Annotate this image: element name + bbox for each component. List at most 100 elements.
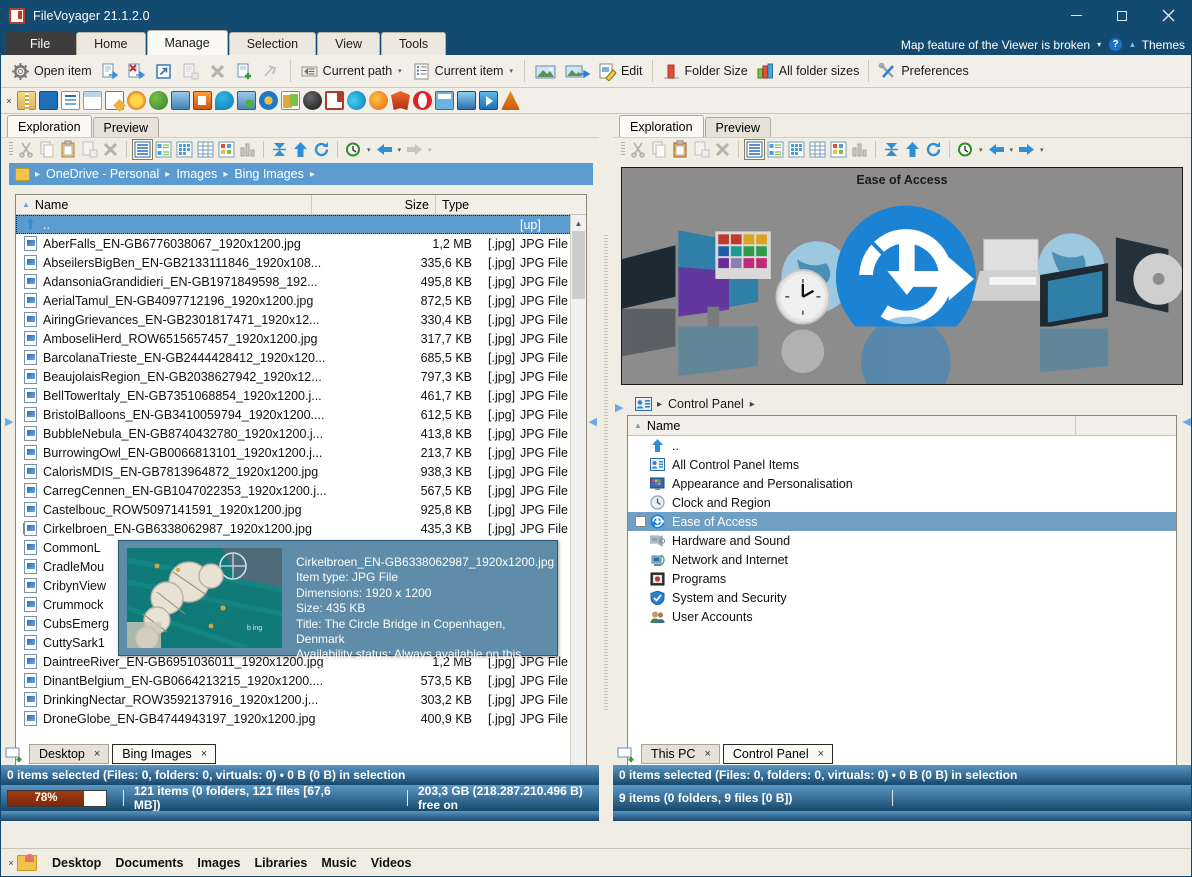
table-row[interactable]: BurrowingOwl_EN-GB0066813101_1920x1200.j…: [16, 443, 586, 462]
new-file-button[interactable]: [231, 58, 258, 85]
row-checkbox[interactable]: [635, 516, 646, 527]
media-player-icon[interactable]: [479, 91, 498, 110]
ribbon-tab-view[interactable]: View: [317, 32, 380, 55]
open-item-button[interactable]: Open item: [7, 58, 96, 85]
delete-icon[interactable]: [101, 140, 120, 159]
favorite-videos[interactable]: Videos: [364, 856, 419, 870]
view-list-icon[interactable]: [744, 139, 765, 160]
table-row[interactable]: CarregCennen_EN-GB1047022353_1920x1200.j…: [16, 481, 586, 500]
firefox-browser-icon[interactable]: [369, 91, 388, 110]
image-viewer-icon[interactable]: [457, 91, 476, 110]
table-row[interactable]: DrinkingNectar_ROW3592137916_1920x1200.j…: [16, 690, 586, 709]
close-button[interactable]: [1145, 1, 1191, 30]
table-row[interactable]: ..: [628, 436, 1176, 455]
help-icon[interactable]: ?: [1108, 37, 1124, 52]
right-breadcrumb[interactable]: ▸ Control Panel ▸: [629, 393, 1177, 415]
view-table-icon[interactable]: [808, 140, 827, 159]
tab-close-icon[interactable]: ×: [201, 748, 207, 760]
back-arrow-icon[interactable]: [987, 140, 1006, 159]
column-header-name[interactable]: ▲ Name: [628, 416, 1076, 436]
globe-paint-icon[interactable]: [149, 91, 168, 110]
table-row[interactable]: BeaujolaisRegion_EN-GB2038627942_1920x12…: [16, 367, 586, 386]
ribbon-tab-manage[interactable]: Manage: [146, 30, 228, 55]
column-header-extra[interactable]: [1076, 416, 1176, 436]
table-row[interactable]: System and Security: [628, 588, 1176, 607]
left-vertical-scrollbar[interactable]: ▲ ▼: [570, 215, 586, 792]
view-details-icon[interactable]: [766, 140, 785, 159]
table-row[interactable]: Cirkelbroen_EN-GB6338062987_1920x1200.jp…: [16, 519, 586, 538]
column-header-type[interactable]: Type: [436, 195, 586, 215]
favorite-libraries[interactable]: Libraries: [248, 856, 315, 870]
table-row[interactable]: BarcolanaTrieste_EN-GB2444428412_1920x12…: [16, 348, 586, 367]
history-caret-icon[interactable]: ▾: [979, 146, 983, 154]
table-row[interactable]: AdansoniaGrandidieri_EN-GB1971849598_192…: [16, 272, 586, 291]
right-edge-collapse-icon[interactable]: ◀: [1183, 415, 1191, 428]
table-row[interactable]: Clock and Region: [628, 493, 1176, 512]
right-tab-this-pc[interactable]: This PC ×: [641, 744, 720, 764]
edit-button[interactable]: Edit: [594, 58, 647, 85]
table-row[interactable]: BellTowerItaly_EN-GB7351068854_1920x1200…: [16, 386, 586, 405]
right-tab-preview[interactable]: Preview: [704, 117, 772, 137]
view-tiles-icon[interactable]: [175, 140, 194, 159]
current-path-caret-icon[interactable]: ▾: [398, 67, 402, 75]
paste-icon[interactable]: [59, 140, 78, 159]
move-delete-button[interactable]: [123, 58, 150, 85]
ribbon-notice-caret-icon[interactable]: ▾: [1097, 40, 1101, 49]
table-row[interactable]: AberFalls_EN-GB6776038067_1920x1200.jpg 1…: [16, 234, 586, 253]
table-row[interactable]: AmboseliHerd_ROW6515657457_1920x1200.jpg…: [16, 329, 586, 348]
view-table-icon[interactable]: [196, 140, 215, 159]
left-tab-bing-images[interactable]: Bing Images ×: [112, 744, 217, 764]
table-row[interactable]: AiringGrievances_EN-GB2301817471_1920x12…: [16, 310, 586, 329]
opera-browser-icon[interactable]: [413, 91, 432, 110]
calculator-icon[interactable]: [435, 91, 454, 110]
view-columns-icon[interactable]: [850, 140, 869, 159]
right-tab-exploration[interactable]: Exploration: [619, 115, 704, 137]
maximize-button[interactable]: [1099, 1, 1145, 30]
back-caret-icon[interactable]: ▾: [1010, 146, 1014, 154]
tab-close-icon[interactable]: ×: [94, 748, 100, 760]
ribbon-tab-file[interactable]: File: [5, 32, 76, 55]
breadcrumb-item-control-panel[interactable]: Control Panel: [663, 397, 749, 411]
table-row[interactable]: Programs: [628, 569, 1176, 588]
history-caret-icon[interactable]: ▾: [367, 146, 371, 154]
archive-zip-icon[interactable]: [17, 91, 36, 110]
new-tab-button[interactable]: [5, 746, 25, 762]
copy-icon[interactable]: [38, 140, 57, 159]
column-header-name[interactable]: ▲ Name: [16, 195, 312, 215]
paste-into-icon[interactable]: [80, 140, 99, 159]
folder-size-button[interactable]: Folder Size: [658, 58, 752, 85]
brave-browser-icon[interactable]: [391, 91, 410, 110]
right-pane-expand-icon[interactable]: ▶: [615, 401, 623, 414]
table-row[interactable]: All Control Panel Items: [628, 455, 1176, 474]
screen-blue-icon[interactable]: [39, 91, 58, 110]
collapse-ribbon-icon[interactable]: ▴: [1130, 39, 1135, 50]
view-tiles-icon[interactable]: [787, 140, 806, 159]
photo-tools-icon[interactable]: [171, 91, 190, 110]
left-pane-collapse-icon[interactable]: ◀: [589, 415, 597, 428]
ribbon-tab-home[interactable]: Home: [76, 32, 146, 55]
forward-caret-icon[interactable]: ▾: [1040, 146, 1044, 154]
view-image-button[interactable]: [530, 58, 561, 85]
sun-colors-icon[interactable]: [127, 91, 146, 110]
right-tab-control-panel[interactable]: Control Panel ×: [722, 744, 834, 764]
table-row[interactable]: Network and Internet: [628, 550, 1176, 569]
table-row[interactable]: AbseilersBigBen_EN-GB2133111846_1920x108…: [16, 253, 586, 272]
transfer-files-icon[interactable]: [281, 91, 300, 110]
orange-app-icon[interactable]: [193, 91, 212, 110]
table-row[interactable]: User Accounts: [628, 607, 1176, 626]
forward-arrow-icon[interactable]: [1017, 140, 1036, 159]
themes-button[interactable]: Themes: [1142, 38, 1185, 52]
table-row[interactable]: Appearance and Personalisation: [628, 474, 1176, 493]
collapse-all-icon[interactable]: [270, 140, 289, 159]
create-shortcut-button[interactable]: [150, 58, 177, 85]
current-item-caret-icon[interactable]: ▾: [509, 67, 513, 75]
edge-browser-icon[interactable]: [347, 91, 366, 110]
favorite-desktop[interactable]: Desktop: [45, 856, 108, 870]
ribbon-tab-tools[interactable]: Tools: [381, 32, 447, 55]
view-list-icon[interactable]: [132, 139, 153, 160]
left-edge-expand-icon[interactable]: ▶: [5, 415, 13, 428]
filevoyager-icon[interactable]: [325, 91, 344, 110]
current-path-button[interactable]: Current path ▾: [296, 58, 408, 85]
dark-globe-icon[interactable]: [303, 91, 322, 110]
favorite-images[interactable]: Images: [190, 856, 247, 870]
